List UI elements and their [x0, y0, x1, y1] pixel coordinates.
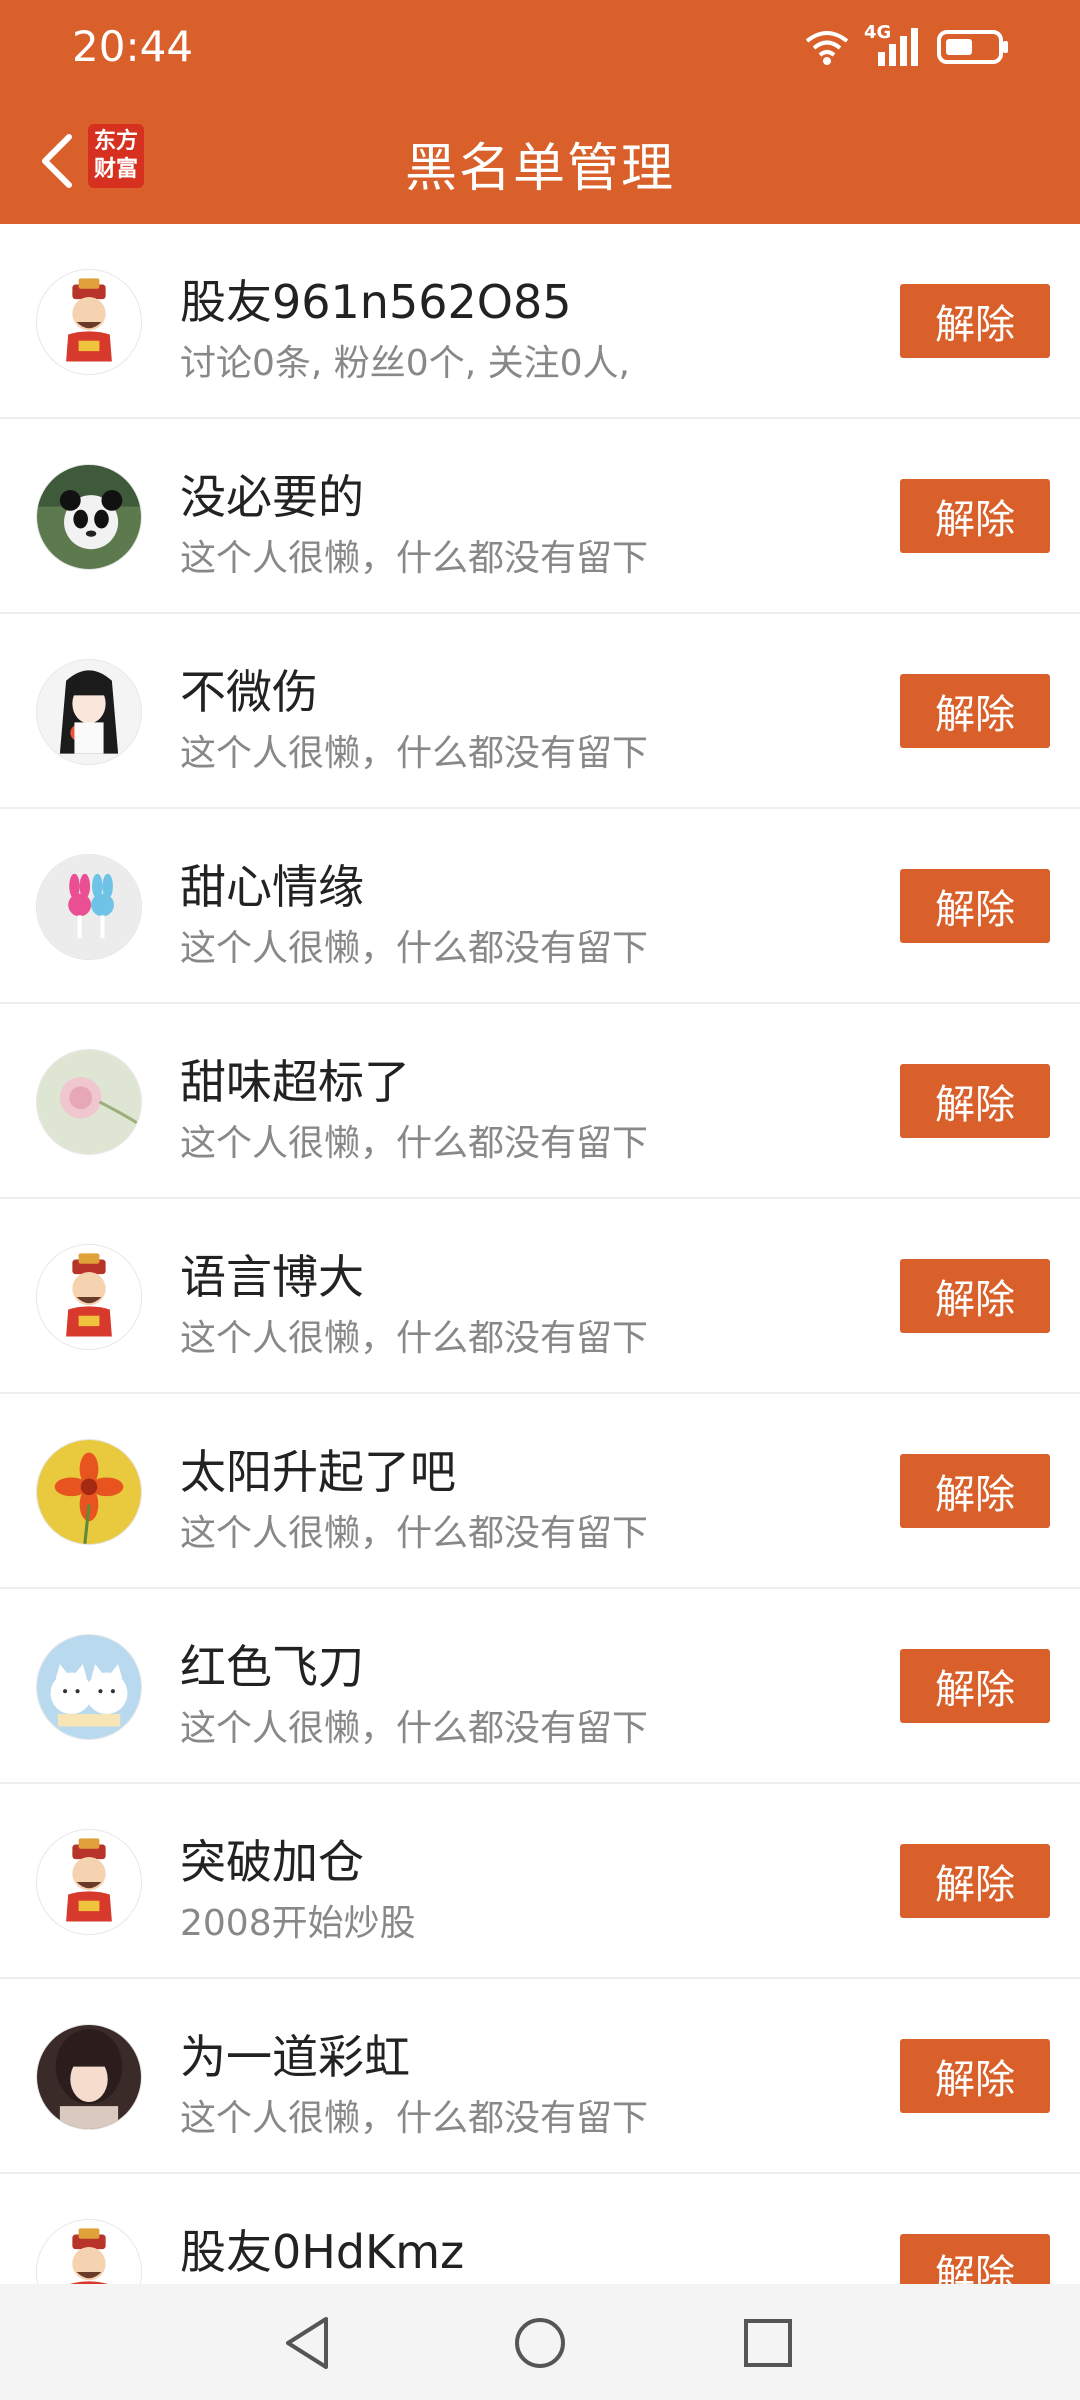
blocked-user-row[interactable]: 红色飞刀这个人很懒，什么都没有留下 解除 [0, 1589, 1080, 1784]
triangle-back-icon [286, 2317, 328, 2369]
status-time: 20:44 [72, 22, 194, 71]
blocked-user-row[interactable]: 股友0HdKmz 解除 [0, 2174, 1080, 2284]
user-name: 太阳升起了吧 [180, 1445, 456, 1499]
system-recents-button[interactable] [733, 2308, 803, 2378]
status-icons: 4G [804, 22, 1010, 72]
user-name: 为一道彩虹 [180, 2030, 410, 2084]
blocked-user-row[interactable]: 太阳升起了吧这个人很懒，什么都没有留下 解除 [0, 1394, 1080, 1589]
blocked-user-row[interactable]: 股友961n562O85 讨论0条, 粉丝0个, 关注0人, 解除 [0, 224, 1080, 419]
blocked-user-row[interactable]: 突破加仓 2008开始炒股 解除 [0, 1784, 1080, 1979]
blocked-user-row[interactable]: 为一道彩虹这个人很懒，什么都没有留下 解除 [0, 1979, 1080, 2174]
cats-avatar[interactable] [36, 1634, 142, 1740]
panda-avatar[interactable] [36, 464, 142, 570]
user-description: 这个人很懒，什么都没有留下 [180, 1513, 649, 1554]
system-back-button[interactable] [272, 2308, 342, 2378]
user-name: 甜心情缘 [180, 860, 364, 914]
header-bar: 东方 财富 黑名单管理 [0, 100, 1080, 224]
unblock-button[interactable]: 解除 [900, 2234, 1050, 2284]
user-name: 甜味超标了 [180, 1055, 410, 1109]
network-type-label: 4G [864, 22, 892, 43]
unblock-button[interactable]: 解除 [900, 674, 1050, 748]
unblock-button[interactable]: 解除 [900, 284, 1050, 358]
user-name: 不微伤 [180, 665, 318, 719]
status-bar: 20:44 4G [0, 0, 1080, 100]
god-of-wealth-avatar[interactable] [36, 1829, 142, 1935]
unblock-button[interactable]: 解除 [900, 479, 1050, 553]
user-description: 这个人很懒，什么都没有留下 [180, 1318, 649, 1359]
user-description: 这个人很懒，什么都没有留下 [180, 538, 649, 579]
wifi-icon [804, 27, 850, 71]
unblock-button[interactable]: 解除 [900, 1064, 1050, 1138]
bunny-avatar[interactable] [36, 854, 142, 960]
blocked-user-row[interactable]: 甜心情缘这个人很懒，什么都没有留下 解除 [0, 809, 1080, 1004]
user-description: 这个人很懒，什么都没有留下 [180, 2098, 649, 2139]
blocklist-scroll-area[interactable]: 股友961n562O85 讨论0条, 粉丝0个, 关注0人, 解除 没必要的 这个人很懒… [0, 224, 1080, 2284]
cellular-signal-icon: 4G [864, 22, 922, 72]
user-name: 红色飞刀 [180, 1640, 364, 1694]
page-title: 黑名单管理 [404, 139, 675, 199]
user-name: 没必要的 [180, 470, 364, 524]
god-of-wealth-avatar[interactable] [36, 2219, 142, 2284]
user-description: 这个人很懒，什么都没有留下 [180, 1123, 649, 1164]
blocked-user-row[interactable]: 没必要的这个人很懒，什么都没有留下 解除 [0, 419, 1080, 614]
blocked-user-row[interactable]: 语言博大这个人很懒，什么都没有留下 解除 [0, 1199, 1080, 1394]
god-of-wealth-avatar[interactable] [36, 269, 142, 375]
god-of-wealth-avatar[interactable] [36, 1244, 142, 1350]
user-description: 这个人很懒，什么都没有留下 [180, 928, 649, 969]
user-name: 股友961n562O85 [180, 275, 572, 329]
user-description: 讨论0条, 粉丝0个, 关注0人, [180, 343, 630, 384]
user-name: 股友0HdKmz [180, 2225, 465, 2279]
system-home-button[interactable] [505, 2308, 575, 2378]
flower-avatar[interactable] [36, 1049, 142, 1155]
blocked-user-row[interactable]: 不微伤这个人很懒，什么都没有留下 解除 [0, 614, 1080, 809]
user-name: 突破加仓 [180, 1835, 364, 1889]
user-description: 2008开始炒股 [180, 1903, 416, 1944]
orange-flower-avatar[interactable] [36, 1439, 142, 1545]
unblock-button[interactable]: 解除 [900, 1844, 1050, 1918]
battery-icon [936, 27, 1010, 71]
anime-girl-avatar[interactable] [36, 659, 142, 765]
unblock-button[interactable]: 解除 [900, 1454, 1050, 1528]
girl-photo-avatar[interactable] [36, 2024, 142, 2130]
unblock-button[interactable]: 解除 [900, 869, 1050, 943]
system-nav-bar [0, 2284, 1080, 2400]
circle-home-icon [515, 2318, 565, 2368]
user-description: 这个人很懒，什么都没有留下 [180, 733, 649, 774]
unblock-button[interactable]: 解除 [900, 1259, 1050, 1333]
unblock-button[interactable]: 解除 [900, 1649, 1050, 1723]
user-name: 语言博大 [180, 1250, 364, 1304]
blocked-user-row[interactable]: 甜味超标了这个人很懒，什么都没有留下 解除 [0, 1004, 1080, 1199]
square-recents-icon [744, 2319, 792, 2367]
user-description: 这个人很懒，什么都没有留下 [180, 1708, 649, 1749]
blocklist: 股友961n562O85 讨论0条, 粉丝0个, 关注0人, 解除 没必要的 这个人很懒… [0, 224, 1080, 2284]
unblock-button[interactable]: 解除 [900, 2039, 1050, 2113]
